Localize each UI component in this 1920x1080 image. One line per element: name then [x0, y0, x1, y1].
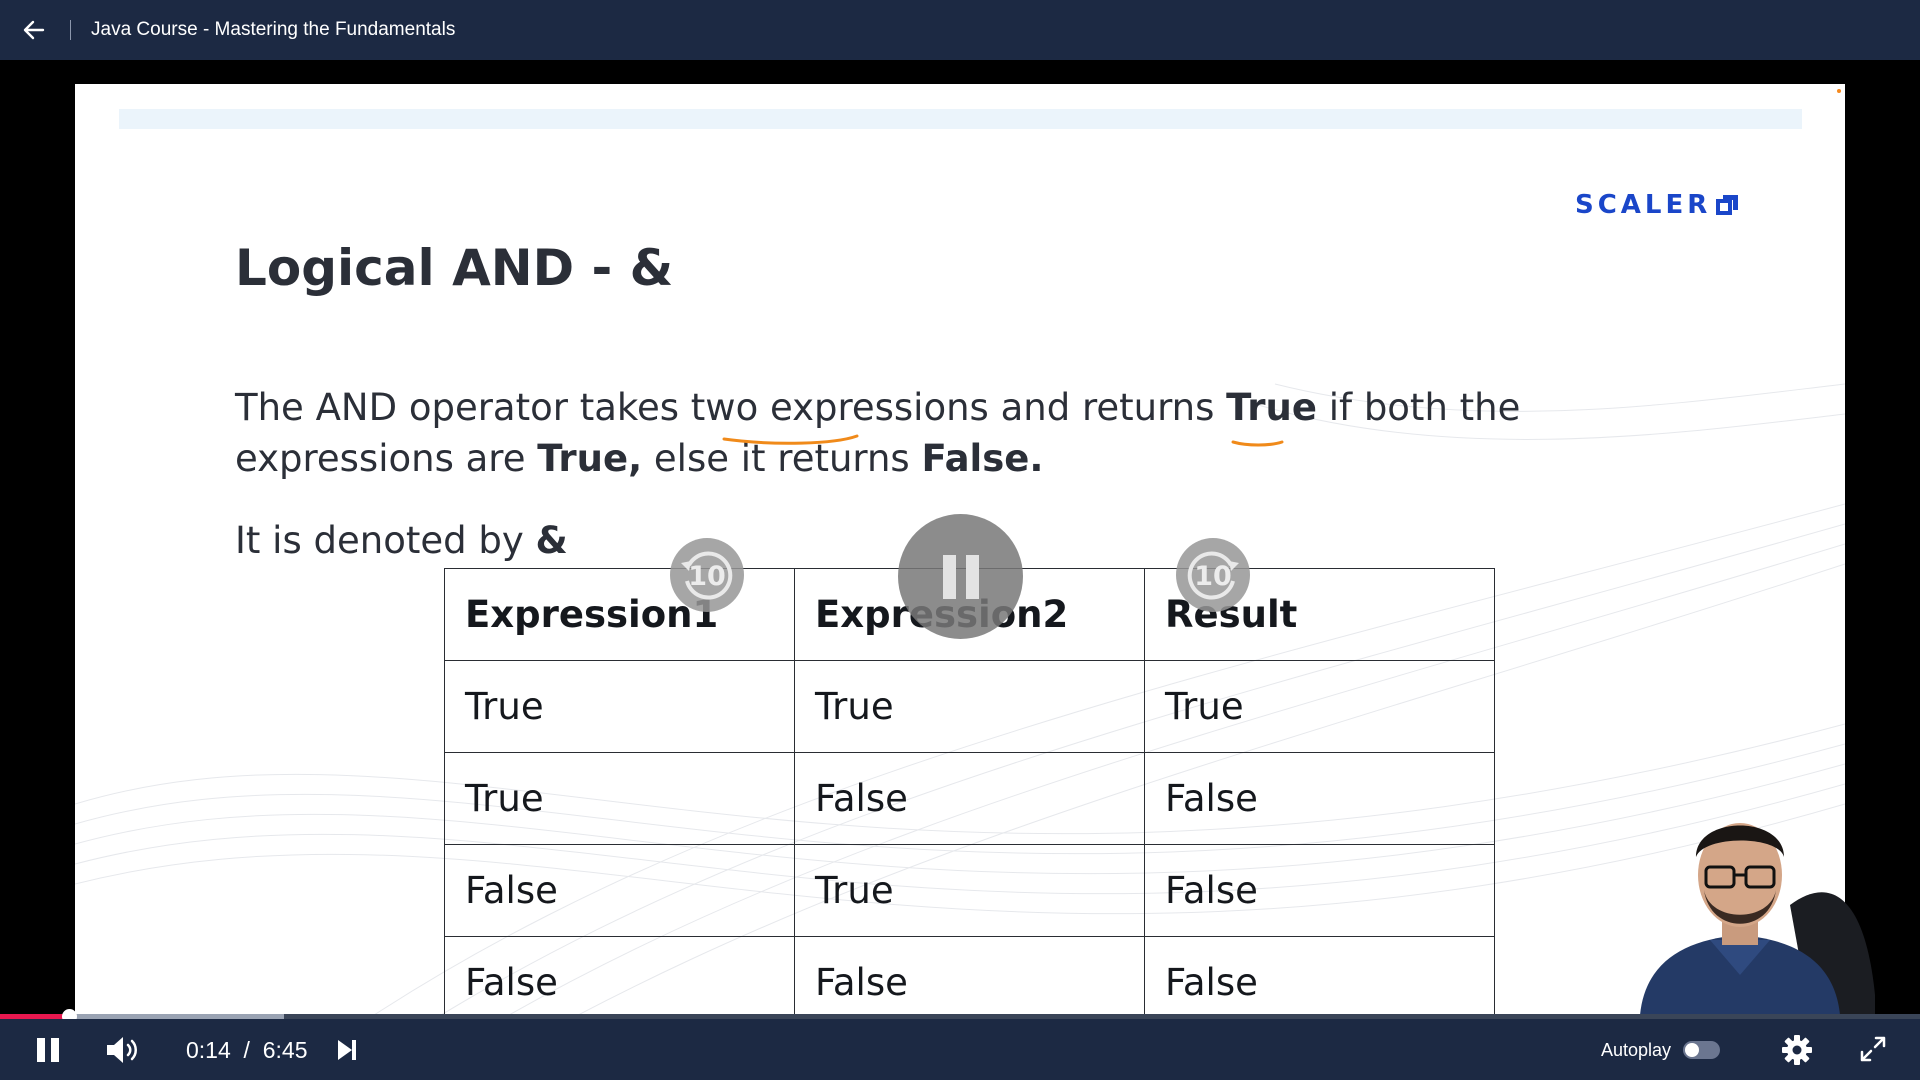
table-cell: True — [794, 660, 1145, 753]
autoplay-toggle[interactable] — [1683, 1041, 1720, 1059]
forward-seconds: 10 — [1194, 561, 1232, 592]
video-player[interactable]: SCALER Logical AND - & The AND operator … — [0, 60, 1920, 1015]
pause-icon — [942, 554, 979, 599]
skip-next-icon — [338, 1040, 356, 1060]
table-cell: True — [444, 752, 795, 845]
table-cell: False — [1144, 752, 1495, 845]
header-divider — [70, 20, 71, 40]
para-bold-true-2: True, — [537, 437, 643, 480]
scaler-logo-icon — [1716, 195, 1739, 215]
pause-icon — [37, 1038, 59, 1062]
table-cell: False — [794, 936, 1145, 1015]
table-cell: False — [1144, 936, 1495, 1015]
time-separator: / — [243, 1037, 250, 1063]
table-cell: False — [794, 752, 1145, 845]
top-bar: Java Course - Mastering the Fundamentals — [0, 0, 1920, 60]
table-row: True False False — [444, 752, 1495, 845]
current-time: 0:14 — [186, 1037, 231, 1063]
forward-icon: 10 — [1176, 538, 1250, 612]
table-cell: True — [1144, 660, 1495, 753]
brand-name: SCALER — [1575, 190, 1712, 220]
fullscreen-button[interactable] — [1857, 1033, 1889, 1065]
arrow-left-icon[interactable] — [20, 16, 48, 44]
next-video-button[interactable] — [333, 1034, 361, 1066]
table-cell: False — [444, 936, 795, 1015]
para-bold-true-1: True — [1226, 386, 1317, 429]
para-text-1: The AND operator takes two expressions a… — [235, 386, 1227, 429]
duration: 6:45 — [262, 1037, 308, 1063]
scaler-logo: SCALER — [1575, 190, 1741, 220]
table-row: False False False — [444, 936, 1495, 1015]
denoted-symbol: & — [535, 519, 568, 562]
denoted-line: It is denoted by & — [235, 519, 568, 562]
table-row: True True True — [444, 660, 1495, 753]
denoted-text: It is denoted by — [235, 519, 536, 562]
settings-button[interactable] — [1780, 1033, 1814, 1067]
autoplay-label: Autoplay — [1601, 1040, 1672, 1060]
table-cell: False — [1144, 844, 1495, 937]
slide-paragraph: The AND operator takes two expressions a… — [235, 382, 1635, 484]
volume-icon — [107, 1037, 137, 1063]
volume-button[interactable] — [103, 1032, 143, 1068]
slide-title: Logical AND - & — [235, 239, 674, 297]
table-cell: False — [444, 844, 795, 937]
slide-marker-dot — [1837, 89, 1841, 93]
center-pause-button[interactable] — [898, 514, 1023, 639]
forward-10-button[interactable]: 10 — [1173, 535, 1253, 615]
rewind-10-button[interactable]: 10 — [667, 535, 747, 615]
control-bar: 0:14 / 6:45 Autoplay — [0, 1019, 1920, 1080]
para-bold-false: False. — [921, 437, 1044, 480]
gear-icon — [1782, 1035, 1812, 1065]
fullscreen-icon — [1860, 1036, 1886, 1062]
table-row: False True False — [444, 844, 1495, 937]
table-cell: True — [444, 660, 795, 753]
course-title: Java Course - Mastering the Fundamentals — [91, 19, 456, 40]
table-cell: True — [794, 844, 1145, 937]
rewind-icon: 10 — [670, 538, 744, 612]
rewind-seconds: 10 — [688, 561, 726, 592]
time-display: 0:14 / 6:45 — [186, 1037, 307, 1064]
para-text-3: else it returns — [642, 437, 922, 480]
autoplay-toggle-knob — [1685, 1043, 1699, 1057]
pause-button[interactable] — [30, 1034, 66, 1066]
instructor-webcam — [1640, 823, 1875, 1015]
